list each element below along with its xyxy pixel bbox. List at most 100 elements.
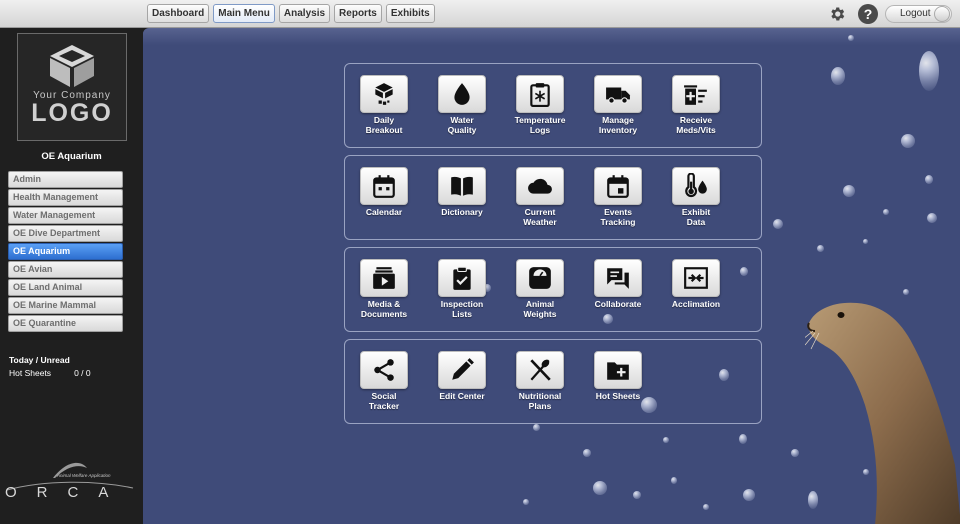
hot-sheets-button[interactable] [594, 351, 642, 389]
water-droplet [919, 51, 939, 91]
calendar-button[interactable] [360, 167, 408, 205]
sidebar-item-water-management[interactable]: Water Management [8, 207, 123, 224]
tile-label: Events Tracking [600, 207, 636, 227]
tile-receive-meds-vits[interactable]: Receive Meds/Vits [662, 75, 730, 135]
nav-analysis-button[interactable]: Analysis [278, 4, 331, 23]
help-icon[interactable]: ? [858, 4, 878, 24]
exhibit-data-button[interactable] [672, 167, 720, 205]
daily-breakout-button[interactable] [360, 75, 408, 113]
sidebar-item-oe-dive-department[interactable]: OE Dive Department [8, 225, 123, 242]
tile-temperature-logs[interactable]: Temperature Logs [506, 75, 574, 135]
edit-center-button[interactable] [438, 351, 486, 389]
water-droplet [593, 481, 607, 495]
menu-row-1: Daily Breakout Water Quality Temperature Lo… [344, 63, 762, 148]
tile-label: Dictionary [441, 207, 483, 217]
company-logo: Your Company LOGO [17, 33, 127, 141]
tile-label: Current Weather [523, 207, 557, 227]
logo-word: LOGO [31, 99, 113, 127]
acclimation-icon [684, 267, 708, 289]
sidebar-item-admin[interactable]: Admin [8, 171, 123, 188]
social-tracker-button[interactable] [360, 351, 408, 389]
logout-toggle[interactable]: Logout [885, 5, 952, 23]
menu-row-2: Calendar Dictionary Current Weather Even… [344, 155, 762, 240]
media-library-icon [373, 267, 395, 289]
acclimation-button[interactable] [672, 259, 720, 297]
folder-plus-icon [607, 362, 629, 380]
tile-media-documents[interactable]: Media & Documents [350, 259, 418, 319]
water-droplet [843, 185, 855, 197]
tile-nutritional-plans[interactable]: Nutritional Plans [506, 351, 574, 411]
sea-lion-image [805, 302, 960, 524]
water-droplet [743, 489, 755, 501]
calendar-icon [373, 175, 395, 198]
tile-daily-breakout[interactable]: Daily Breakout [350, 75, 418, 135]
pencil-icon [452, 358, 474, 380]
tile-collaborate[interactable]: Collaborate [584, 259, 652, 309]
water-droplet [817, 245, 824, 252]
animal-weights-button[interactable] [516, 259, 564, 297]
sidebar-item-oe-aquarium[interactable]: OE Aquarium [8, 243, 123, 260]
current-weather-button[interactable] [516, 167, 564, 205]
cloud-icon [528, 178, 552, 194]
sidebar: Your Company LOGO OE Aquarium Admin Heal… [0, 28, 143, 524]
tile-label: Receive Meds/Vits [676, 115, 716, 135]
nav-reports-button[interactable]: Reports [334, 4, 382, 23]
water-droplet [791, 449, 799, 457]
water-droplet [831, 67, 845, 85]
water-quality-button[interactable] [438, 75, 486, 113]
tile-inspection-lists[interactable]: Inspection Lists [428, 259, 496, 319]
media-documents-button[interactable] [360, 259, 408, 297]
temperature-logs-button[interactable] [516, 75, 564, 113]
brand-word: ORCA [5, 484, 128, 498]
water-drop-icon [454, 83, 470, 105]
tile-hot-sheets[interactable]: Hot Sheets [584, 351, 652, 401]
tile-dictionary[interactable]: Dictionary [428, 167, 496, 217]
nav-main-menu-button[interactable]: Main Menu [213, 4, 275, 23]
tile-water-quality[interactable]: Water Quality [428, 75, 496, 135]
tile-manage-inventory[interactable]: Manage Inventory [584, 75, 652, 135]
water-droplet [633, 491, 641, 499]
hot-sheets-counter[interactable]: Hot Sheets 0 / 0 [9, 368, 91, 378]
inspection-lists-button[interactable] [438, 259, 486, 297]
sidebar-item-oe-marine-mammal[interactable]: OE Marine Mammal [8, 297, 123, 314]
sidebar-item-oe-land-animal[interactable]: OE Land Animal [8, 279, 123, 296]
receive-meds-vits-button[interactable] [672, 75, 720, 113]
tile-events-tracking[interactable]: Events Tracking [584, 167, 652, 227]
sidebar-item-oe-quarantine[interactable]: OE Quarantine [8, 315, 123, 332]
tile-edit-center[interactable]: Edit Center [428, 351, 496, 401]
tile-animal-weights[interactable]: Animal Weights [506, 259, 574, 319]
collaborate-button[interactable] [594, 259, 642, 297]
tile-label: Social Tracker [368, 391, 400, 411]
event-calendar-icon [607, 175, 629, 198]
tile-label: Media & Documents [360, 299, 408, 319]
tile-acclimation[interactable]: Acclimation [662, 259, 730, 309]
water-droplet [901, 134, 915, 148]
manage-inventory-button[interactable] [594, 75, 642, 113]
dictionary-button[interactable] [438, 167, 486, 205]
tile-exhibit-data[interactable]: Exhibit Data [662, 167, 730, 227]
water-droplet [863, 239, 868, 244]
menu-row-3: Media &Documents InspectionLists Anima [344, 247, 762, 332]
tile-calendar[interactable]: Calendar [350, 167, 418, 217]
tile-current-weather[interactable]: Current Weather [506, 167, 574, 227]
water-droplet [927, 213, 937, 223]
tile-label: Inspection Lists [440, 299, 484, 319]
sidebar-item-health-management[interactable]: Health Management [8, 189, 123, 206]
nutritional-plans-button[interactable] [516, 351, 564, 389]
nav-dashboard-button[interactable]: Dashboard [147, 4, 210, 23]
events-tracking-button[interactable] [594, 167, 642, 205]
today-unread-label: Today / Unread [9, 355, 70, 365]
sidebar-menu: Admin Health Management Water Management… [8, 171, 123, 333]
sidebar-item-oe-avian[interactable]: OE Avian [8, 261, 123, 278]
nav-exhibits-button[interactable]: Exhibits [385, 4, 435, 23]
water-droplet [883, 209, 889, 215]
menu-row-4: Social Tracker Edit Center Nutritional Pla… [344, 339, 762, 424]
tile-label: Exhibit Data [681, 207, 711, 227]
tile-social-tracker[interactable]: Social Tracker [350, 351, 418, 411]
tile-label: Manage Inventory [598, 115, 638, 135]
gear-icon[interactable] [828, 5, 846, 23]
main-menu-area: Daily Breakout Water Quality Temperature Lo… [143, 28, 960, 524]
water-droplet [739, 434, 747, 444]
clipboard-snowflake-icon [530, 83, 550, 107]
truck-icon [606, 87, 630, 104]
